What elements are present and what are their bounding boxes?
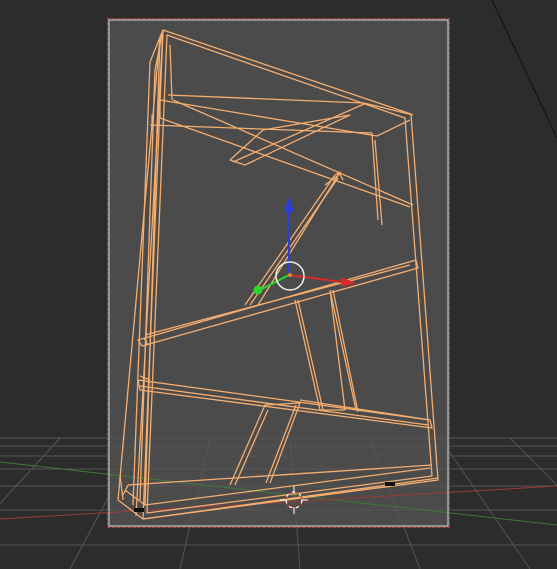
passepartout-right (450, 0, 557, 569)
base-mark-left (134, 508, 144, 512)
pivot-point (288, 273, 292, 277)
passepartout-left (0, 0, 107, 569)
3d-viewport[interactable] (0, 0, 557, 569)
passepartout-bottom (107, 528, 450, 569)
passepartout-top (107, 0, 450, 18)
dot-icon[interactable] (253, 285, 263, 295)
base-mark-right (385, 482, 395, 486)
